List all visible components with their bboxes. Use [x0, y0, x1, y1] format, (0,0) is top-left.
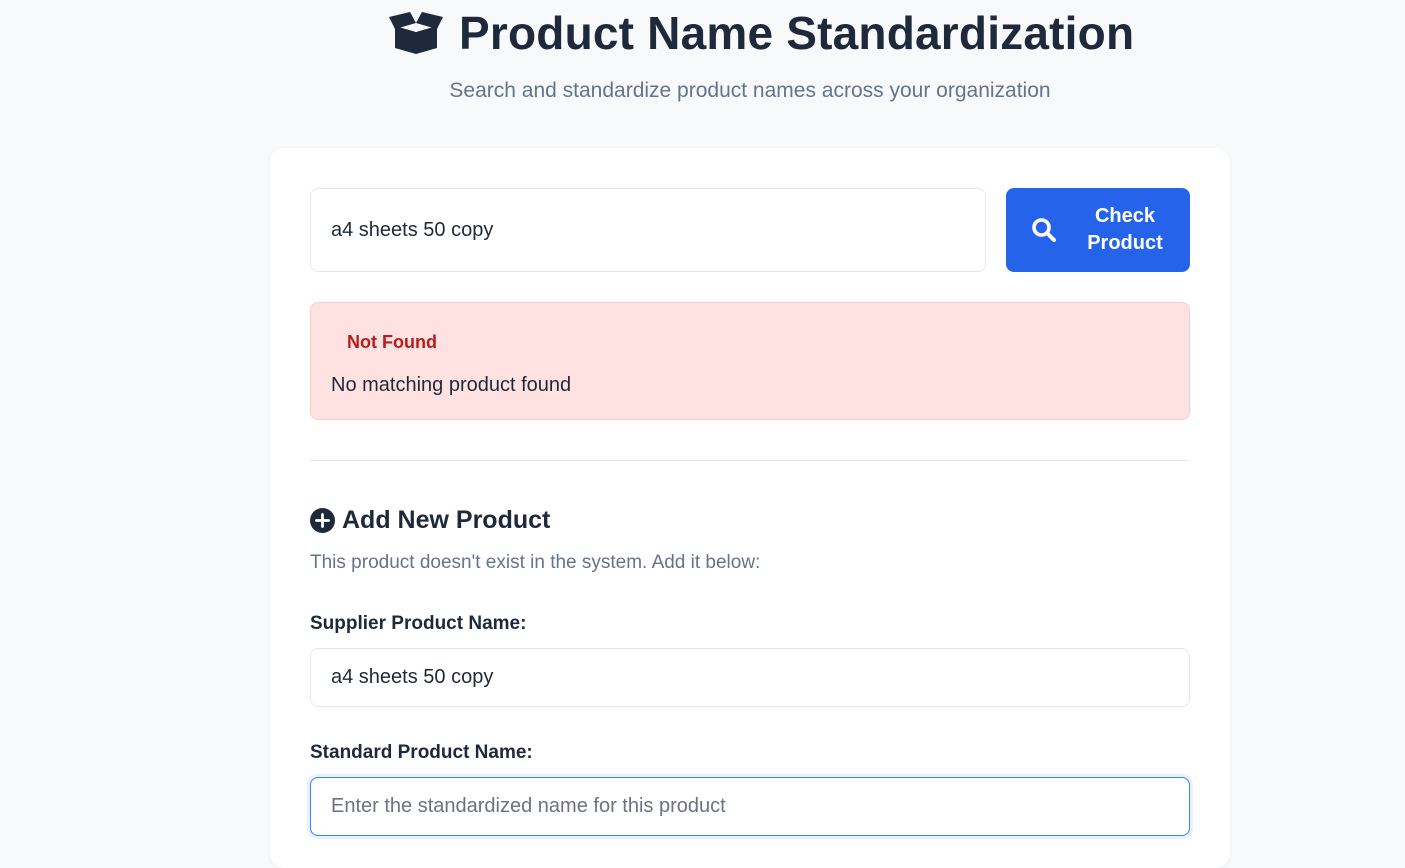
- standardization-card: Check Product Not Found No matching prod…: [270, 148, 1230, 868]
- section-divider: [310, 460, 1190, 461]
- page-subtitle: Search and standardize product names acr…: [449, 79, 1051, 102]
- add-product-title: Add New Product: [342, 506, 551, 534]
- supplier-name-field[interactable]: [310, 648, 1190, 707]
- open-box-icon: [389, 12, 443, 54]
- add-product-description: This product doesn't exist in the system…: [310, 552, 761, 573]
- plus-circle-icon: [310, 508, 335, 533]
- page-title: Product Name Standardization: [459, 7, 1135, 59]
- check-product-label: Check Product: [1087, 205, 1163, 254]
- search-icon: [1031, 217, 1057, 243]
- not-found-alert: Not Found No matching product found: [310, 302, 1190, 420]
- standard-name-label: Standard Product Name:: [310, 742, 533, 763]
- alert-status: Not Found: [347, 332, 437, 352]
- title-row: Product Name Standardization: [389, 7, 1135, 59]
- add-product-heading: Add New Product: [310, 506, 550, 535]
- alert-message: No matching product found: [331, 374, 572, 396]
- standard-name-field[interactable]: [310, 777, 1190, 836]
- supplier-name-label: Supplier Product Name:: [310, 613, 527, 634]
- product-search-input[interactable]: [310, 188, 986, 272]
- check-product-button[interactable]: Check Product: [1006, 188, 1190, 272]
